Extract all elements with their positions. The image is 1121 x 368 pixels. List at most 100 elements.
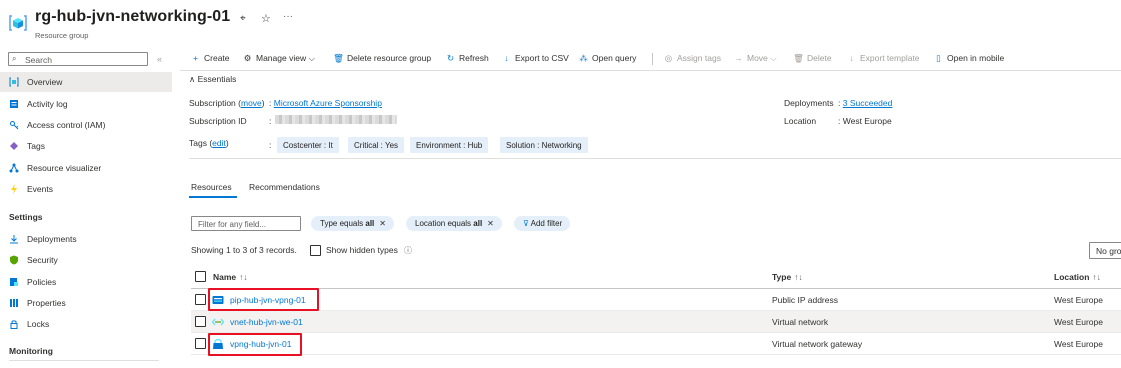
trash-icon: 🗑 [333, 53, 344, 63]
tags-label: Tags [189, 138, 207, 148]
sidebar-item-tags[interactable]: Tags [0, 136, 172, 156]
manage-view-button[interactable]: ⚙ Manage view ⌵ [242, 53, 315, 64]
sidebar-item-events[interactable]: Events [0, 179, 172, 199]
delete-rg-label: Delete resource group [347, 53, 432, 63]
create-button[interactable]: + Create [190, 53, 230, 63]
filter-placeholder: Filter for any field... [198, 219, 267, 229]
sidebar-item-policies[interactable]: Policies [0, 272, 172, 292]
subscription-id-label: Subscription ID [189, 116, 247, 126]
grouping-dropdown[interactable]: No grouping [1089, 242, 1121, 259]
monitoring-heading: Monitoring [9, 346, 53, 356]
activity-log-icon [10, 100, 18, 108]
tab-resources[interactable]: Resources [191, 182, 232, 192]
subscription-row: Subscription (move) [189, 98, 265, 108]
header-label: Name [213, 272, 237, 282]
resource-type: Public IP address [772, 295, 838, 305]
header-label: Type [772, 272, 792, 282]
move-subscription-link[interactable]: move [241, 98, 262, 108]
header-label: Location [1054, 272, 1090, 282]
sidebar-item-security[interactable]: Security [0, 250, 172, 270]
toolbar-separator [652, 53, 653, 65]
sidebar-item-label: Policies [27, 277, 57, 287]
command-bar: + Create ⚙ Manage view ⌵ 🗑 Delete resource … [180, 50, 1121, 68]
sidebar-item-iam[interactable]: Access control (IAM) [0, 115, 172, 135]
sidebar-search-input[interactable]: ⌕ Search [8, 52, 148, 66]
search-icon: ⌕ [12, 54, 17, 63]
deployments-link[interactable]: 3 Succeeded [843, 98, 893, 108]
delete-button[interactable]: 🗑 Delete [793, 53, 832, 64]
essentials-toggle[interactable]: ∧ Essentials [189, 74, 236, 85]
collapse-sidebar-icon[interactable]: « [157, 54, 162, 64]
row-checkbox[interactable] [195, 338, 206, 349]
records-count: Showing 1 to 3 of 3 records. [191, 245, 297, 255]
pin-icon[interactable]: ⌖ [240, 13, 246, 24]
deployments-value: : 3 Succeeded [838, 98, 893, 108]
close-icon[interactable]: ✕ [379, 219, 386, 228]
lock-icon [10, 320, 18, 329]
move-button[interactable]: → Move ⌵ [733, 53, 776, 64]
trash-icon: 🗑 [793, 53, 804, 63]
sort-icon: ↑↓ [1092, 272, 1101, 282]
assign-tags-button[interactable]: ◎ Assign tags [663, 53, 721, 64]
delete-resource-group-button[interactable]: 🗑 Delete resource group [333, 53, 431, 64]
table-row: pip-hub-jvn-vpng-01 Public IP address We… [191, 289, 1121, 311]
create-label: Create [204, 53, 230, 63]
virtual-network-icon [212, 318, 224, 326]
sidebar-item-activity-log[interactable]: Activity log [0, 94, 172, 114]
divider [9, 360, 159, 361]
column-header-type[interactable]: Type ↑↓ [772, 272, 803, 282]
row-checkbox[interactable] [195, 316, 206, 327]
filter-input[interactable]: Filter for any field... [191, 216, 301, 231]
sidebar-item-overview[interactable]: Overview [0, 72, 172, 92]
export-csv-button[interactable]: ↓ Export to CSV [501, 53, 568, 63]
close-icon[interactable]: ✕ [487, 219, 494, 228]
resource-group-icon [9, 15, 27, 31]
type-filter-pill[interactable]: Type equals all ✕ [311, 216, 394, 231]
chevron-up-icon: ∧ [189, 74, 196, 84]
subscription-link[interactable]: Microsoft Azure Sponsorship [274, 98, 382, 108]
open-in-mobile-button[interactable]: ▯ Open in mobile [933, 53, 1004, 64]
delete-label: Delete [807, 53, 832, 63]
tag-chip: Costcenter : It [277, 137, 339, 153]
sidebar-item-resource-visualizer[interactable]: Resource visualizer [0, 158, 172, 178]
shield-icon [10, 255, 18, 265]
show-hidden-checkbox[interactable] [310, 245, 321, 256]
resource-type: Virtual network gateway [772, 339, 863, 349]
sidebar-item-locks[interactable]: Locks [0, 314, 172, 334]
open-query-button[interactable]: ⁂ Open query [578, 53, 636, 64]
highlight-box [208, 288, 319, 311]
move-label: Move [747, 53, 768, 63]
location-label: Location [784, 116, 817, 126]
filter-value: all [473, 219, 483, 228]
sidebar-item-properties[interactable]: Properties [0, 293, 172, 313]
column-header-location[interactable]: Location ↑↓ [1054, 272, 1101, 282]
table-row: vnet-hub-jvn-we-01 Virtual network West … [191, 311, 1121, 333]
export-template-button[interactable]: ↓ Export template [846, 53, 919, 63]
more-options-icon[interactable]: ··· [283, 11, 293, 22]
select-all-checkbox[interactable] [195, 271, 206, 282]
favorite-star-icon[interactable]: ☆ [261, 12, 271, 25]
divider [180, 70, 1121, 71]
policies-icon [10, 278, 18, 286]
tab-recommendations[interactable]: Recommendations [249, 182, 320, 192]
resource-type: Virtual network [772, 317, 829, 327]
resource-location: West Europe [1054, 317, 1103, 327]
sidebar-item-label: Overview [27, 77, 63, 87]
column-header-name[interactable]: Name ↑↓ [213, 272, 248, 282]
iam-icon [10, 121, 19, 130]
sidebar-item-label: Locks [27, 319, 50, 329]
divider [189, 158, 1121, 159]
add-filter-button[interactable]: ⊽ Add filter [514, 216, 571, 231]
location-filter-pill[interactable]: Location equals all ✕ [406, 216, 502, 231]
refresh-button[interactable]: ↻ Refresh [445, 53, 489, 64]
edit-tags-link[interactable]: edit [212, 138, 226, 148]
tag-chip: Environment : Hub [410, 137, 489, 153]
location-value: : West Europe [838, 116, 892, 126]
row-checkbox[interactable] [195, 294, 206, 305]
sidebar-item-deployments[interactable]: Deployments [0, 229, 172, 249]
manage-view-label: Manage view [256, 53, 307, 63]
refresh-label: Refresh [459, 53, 489, 63]
sort-icon: ↑↓ [794, 272, 803, 282]
resource-link[interactable]: vnet-hub-jvn-we-01 [230, 317, 303, 327]
essentials-label: Essentials [197, 74, 237, 84]
